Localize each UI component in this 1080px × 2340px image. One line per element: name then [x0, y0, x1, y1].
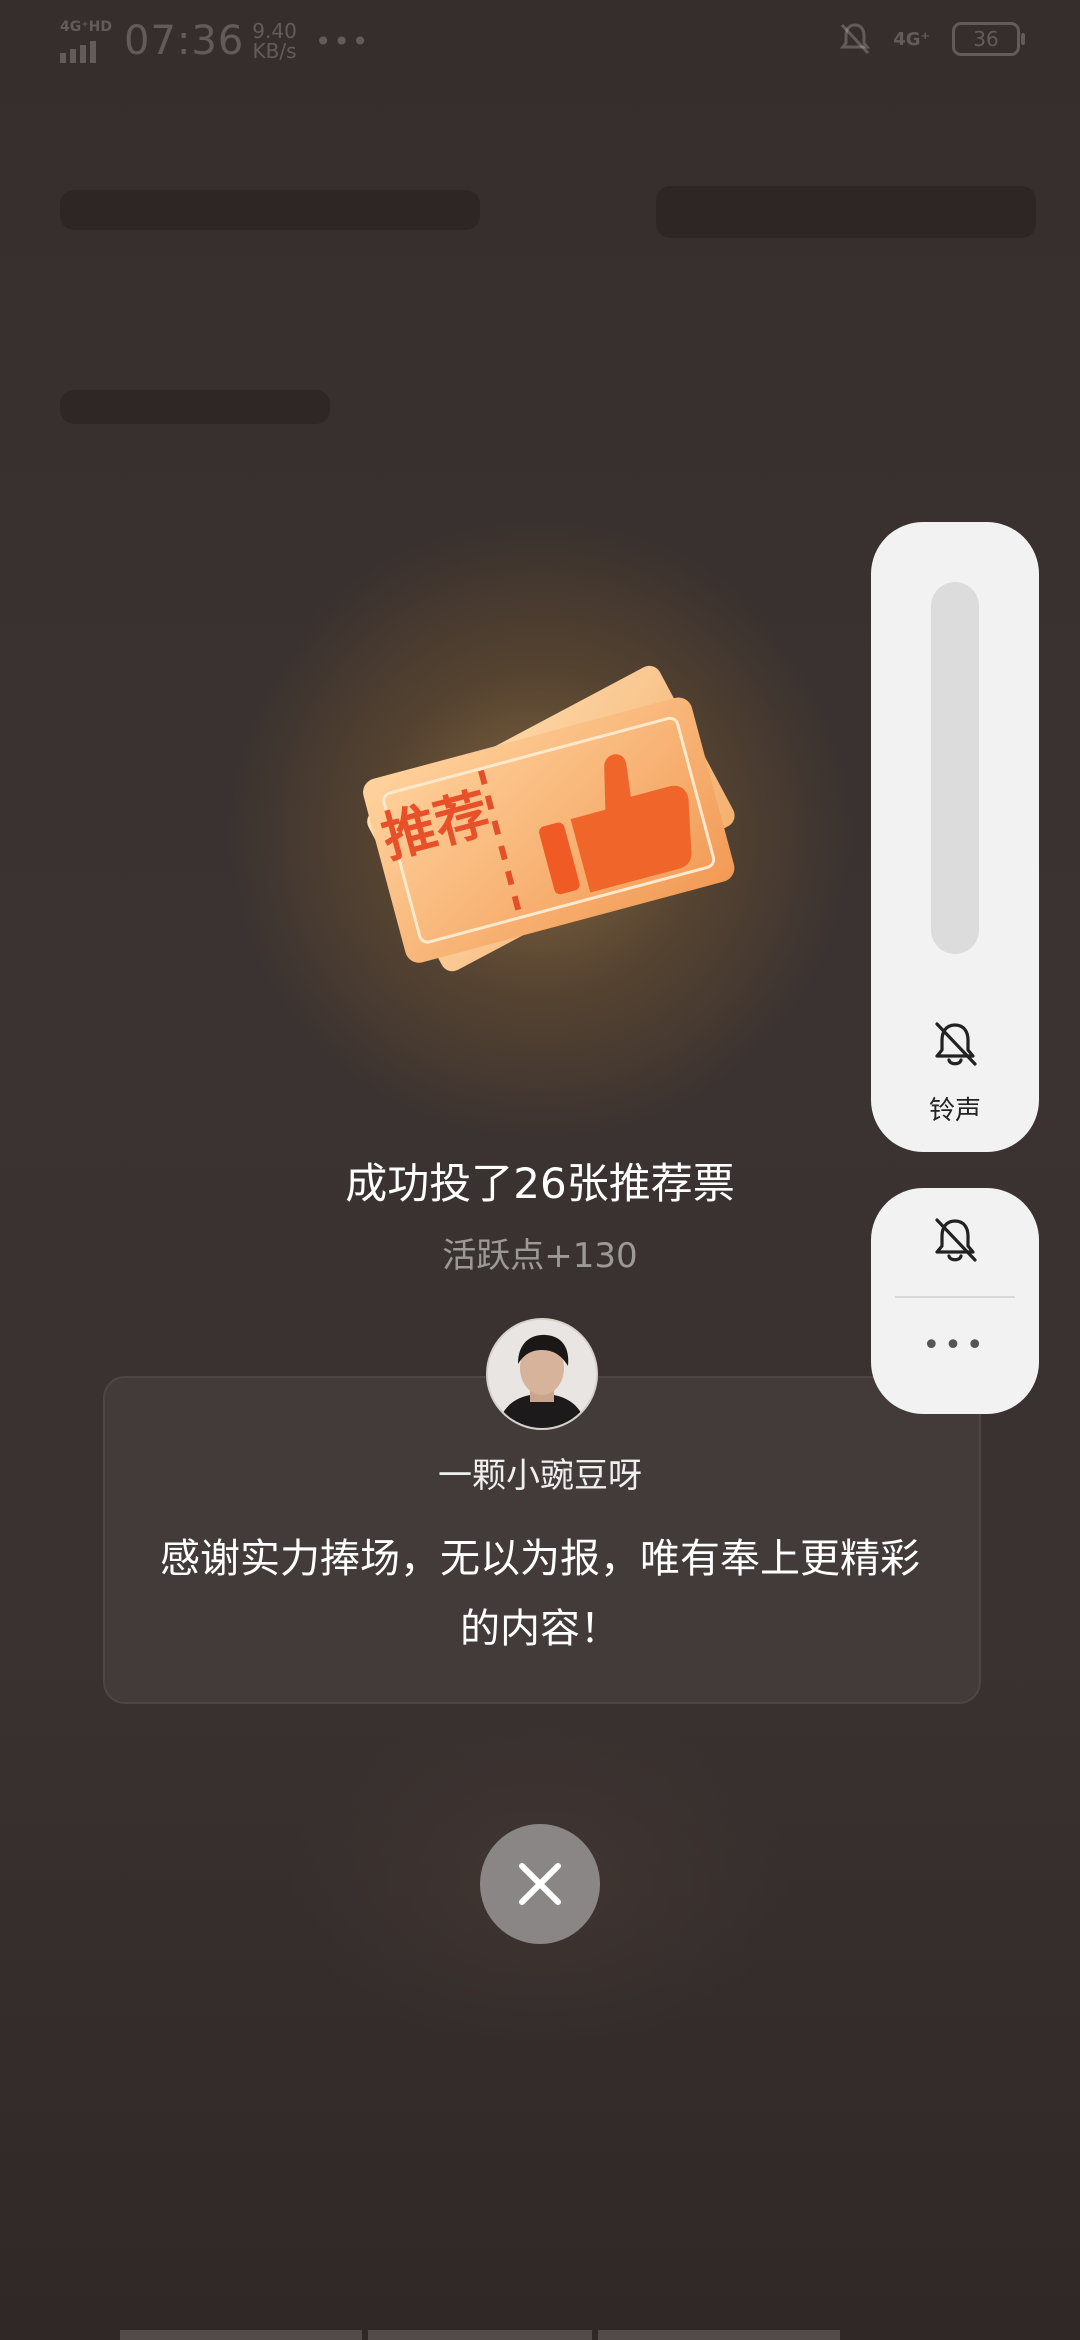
background-text-line [60, 390, 330, 424]
bell-muted-icon[interactable] [929, 1018, 981, 1070]
bell-muted-icon[interactable] [929, 1214, 981, 1266]
speed-unit: KB/s [252, 39, 297, 63]
network-speed: 9.40 KB/s [252, 21, 297, 61]
battery-icon: 36 [952, 22, 1025, 56]
close-icon [519, 1863, 561, 1905]
ringer-mode-panel: ••• [871, 1188, 1039, 1414]
network-type-right: 4G⁺ [893, 28, 930, 50]
author-name: 一颗小豌豆呀 [438, 1456, 642, 1496]
close-button[interactable] [480, 1824, 600, 1944]
author-thank-you-message: 感谢实力捧场，无以为报，唯有奉上更精彩的内容！ [160, 1536, 920, 1652]
cellular-signal-icon: 4G⁺HD [60, 19, 112, 63]
ringer-label: 铃声 [928, 1096, 981, 1126]
bell-muted-icon [840, 23, 871, 55]
network-type: 4G⁺HD [60, 19, 112, 35]
background-header-button [656, 186, 1036, 238]
panel-divider [895, 1296, 1015, 1298]
status-bar: 4G⁺HD 07:36 9.40 KB/s ••• 4G⁺ 36 [0, 0, 1080, 80]
volume-panel: 铃声 [871, 522, 1039, 1152]
bottom-tab-indicators [120, 2330, 960, 2340]
status-more-icon: ••• [314, 24, 371, 58]
battery-level: 36 [973, 27, 999, 51]
more-options-button[interactable]: ••• [871, 1328, 1039, 1363]
background-header-bar [60, 190, 480, 230]
author-avatar[interactable] [486, 1318, 598, 1430]
recommendation-ticket-icon: 推荐 [360, 655, 740, 995]
ringer-volume-slider[interactable] [931, 582, 979, 954]
clock: 07:36 [124, 18, 245, 64]
